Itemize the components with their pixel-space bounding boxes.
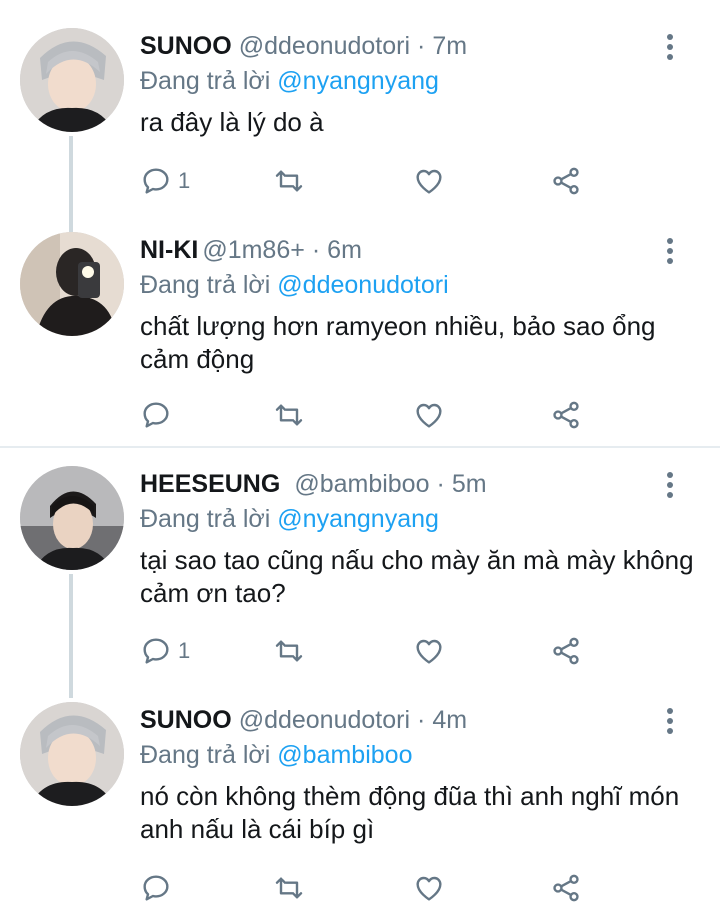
tweet-actions: 1 <box>140 631 620 671</box>
share-button[interactable] <box>550 631 582 671</box>
share-button[interactable] <box>550 161 582 201</box>
reply-button[interactable] <box>140 395 178 435</box>
share-icon <box>553 401 579 429</box>
share-button[interactable] <box>550 395 582 435</box>
like-button[interactable] <box>413 395 445 435</box>
separator-dot: · <box>311 236 321 264</box>
conversation-divider <box>0 446 720 448</box>
reply-mention[interactable]: @nyangnyang <box>277 505 439 533</box>
tweet-text: nó còn không thèm động đũa thì anh nghĩ … <box>140 781 680 844</box>
display-name[interactable]: SUNOO <box>140 702 232 738</box>
tweet-actions: 1 <box>140 161 620 201</box>
reply-button[interactable]: 1 <box>140 631 190 671</box>
share-icon <box>553 167 579 195</box>
like-icon <box>416 876 442 901</box>
display-name[interactable]: HEESEUNG <box>140 466 280 502</box>
display-name[interactable]: NI-KI <box>140 232 198 268</box>
tweet-header: NI-KI @1m86+ · 6m <box>140 232 362 268</box>
timestamp[interactable]: 6m <box>327 232 362 268</box>
more-icon[interactable] <box>660 236 680 266</box>
tweet-header: SUNOO @ddeonudotori · 4m <box>140 702 467 738</box>
tweet[interactable]: SUNOO @ddeonudotori · 7m Đang trả lời @n… <box>0 28 720 232</box>
reply-prefix: Đang trả lời <box>140 67 271 95</box>
tweet-header: SUNOO @ddeonudotori · 7m <box>140 28 467 64</box>
reply-context: Đang trả lời @bambiboo <box>140 738 412 772</box>
separator-dot: · <box>417 32 426 60</box>
like-button[interactable] <box>413 868 445 908</box>
retweet-icon <box>275 877 303 899</box>
tweet-text: tại sao tao cũng nấu cho mày ăn mà mày k… <box>140 545 694 608</box>
reply-mention[interactable]: @bambiboo <box>277 741 412 769</box>
more-icon[interactable] <box>660 706 680 736</box>
reply-prefix: Đang trả lời <box>140 741 271 769</box>
tweet[interactable]: HEESEUNG @bambiboo · 5m Đang trả lời @ny… <box>0 466 720 698</box>
user-handle[interactable]: @bambiboo <box>294 466 429 502</box>
tweet[interactable]: SUNOO @ddeonudotori · 4m Đang trả lời @b… <box>0 702 720 912</box>
retweet-button[interactable] <box>273 868 305 908</box>
user-handle[interactable]: @ddeonudotori <box>239 28 410 64</box>
reply-button[interactable] <box>140 868 178 908</box>
share-icon <box>553 637 579 665</box>
retweet-icon <box>275 170 303 192</box>
like-icon <box>416 639 442 664</box>
reply-icon <box>143 402 169 428</box>
tweet-actions <box>140 868 620 908</box>
tweet-header: HEESEUNG @bambiboo · 5m <box>140 466 487 502</box>
avatar[interactable] <box>20 232 124 336</box>
like-button[interactable] <box>413 161 445 201</box>
tweet-actions <box>140 395 620 435</box>
separator-dot: · <box>417 706 426 734</box>
reply-prefix: Đang trả lời <box>140 271 271 299</box>
avatar[interactable] <box>20 702 124 806</box>
reply-context: Đang trả lời @nyangnyang <box>140 502 439 536</box>
separator-dot: · <box>436 470 445 498</box>
avatar[interactable] <box>20 28 124 132</box>
retweet-icon <box>275 640 303 662</box>
share-icon <box>553 874 579 902</box>
tweet[interactable]: NI-KI @1m86+ · 6m Đang trả lời @ddeonudo… <box>0 232 720 438</box>
reply-mention[interactable]: @ddeonudotori <box>277 271 448 299</box>
avatar[interactable] <box>20 466 124 570</box>
timestamp[interactable]: 5m <box>452 466 487 502</box>
reply-context: Đang trả lời @ddeonudotori <box>140 268 449 302</box>
retweet-icon <box>275 404 303 426</box>
display-name[interactable]: SUNOO <box>140 28 232 64</box>
reply-count: 1 <box>178 638 191 663</box>
reply-context: Đang trả lời @nyangnyang <box>140 64 439 98</box>
thread-line <box>69 574 73 698</box>
reply-count: 1 <box>178 168 191 193</box>
more-icon[interactable] <box>660 32 680 62</box>
more-icon[interactable] <box>660 470 680 500</box>
reply-icon <box>143 168 169 194</box>
retweet-button[interactable] <box>273 161 305 201</box>
share-button[interactable] <box>550 868 582 908</box>
tweet-text: ra đây là lý do à <box>140 107 324 137</box>
reply-button[interactable]: 1 <box>140 161 190 201</box>
reply-icon <box>143 875 169 901</box>
reply-prefix: Đang trả lời <box>140 505 271 533</box>
like-button[interactable] <box>413 631 445 671</box>
user-handle[interactable]: @ddeonudotori <box>239 702 410 738</box>
tweet-text: chất lượng hơn ramyeon nhiều, bảo sao ổn… <box>140 311 656 374</box>
reply-mention[interactable]: @nyangnyang <box>277 67 439 95</box>
timestamp[interactable]: 4m <box>432 702 467 738</box>
thread-line <box>69 136 73 232</box>
like-icon <box>416 169 442 194</box>
user-handle[interactable]: @1m86+ <box>202 232 305 268</box>
retweet-button[interactable] <box>273 631 305 671</box>
like-icon <box>416 403 442 428</box>
retweet-button[interactable] <box>273 395 305 435</box>
timestamp[interactable]: 7m <box>432 28 467 64</box>
reply-icon <box>143 638 169 664</box>
